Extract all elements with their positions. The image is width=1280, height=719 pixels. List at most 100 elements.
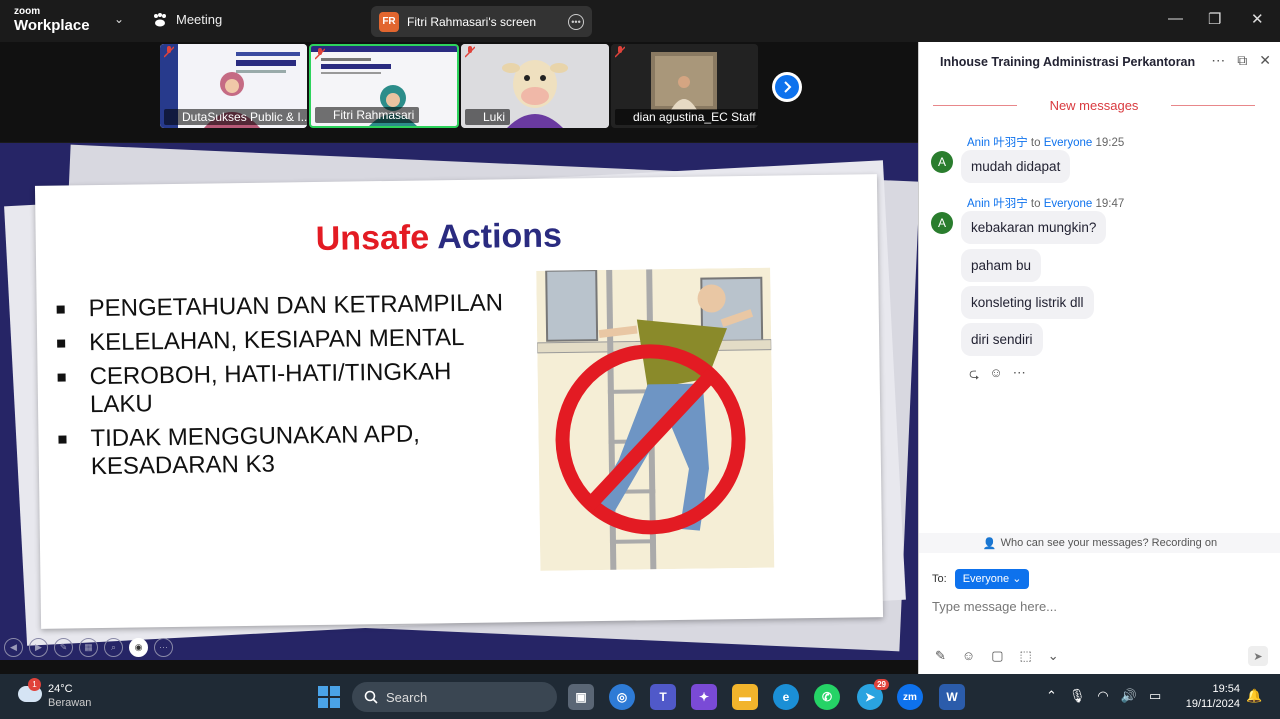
file-explorer-icon[interactable]: ▬: [732, 684, 758, 710]
screenshot-icon[interactable]: ⬚: [1019, 648, 1031, 664]
close-icon[interactable]: ✕: [1251, 10, 1264, 28]
recipient-dropdown[interactable]: Everyone ⌄: [954, 569, 1030, 589]
privacy-notice[interactable]: 👤 Who can see your messages? Recording o…: [919, 533, 1280, 553]
message-input[interactable]: [932, 595, 1262, 617]
zoom-window: zoom Workplace ⌄ Meeting FR Fitri Rahmas…: [0, 0, 1280, 719]
notification-bell-icon[interactable]: 🔔: [1246, 688, 1262, 704]
sender-name[interactable]: Anin 叶羽宁: [967, 137, 1028, 149]
slide-bullet: CEROBOH, HATI-HATI/TINGKAH LAKU: [57, 357, 508, 419]
logo-text-top: zoom: [14, 6, 41, 17]
to-label: To:: [932, 573, 947, 585]
microphone-icon[interactable]: 🎙: [1069, 688, 1086, 704]
more-icon[interactable]: ⋯: [1211, 52, 1225, 69]
restore-icon[interactable]: ❐: [1208, 10, 1221, 28]
meeting-menu-button[interactable]: Meeting: [152, 12, 222, 27]
copilot-icon[interactable]: ✦: [691, 684, 717, 710]
send-icon[interactable]: ➤: [1248, 646, 1268, 666]
weather-condition: Berawan: [48, 697, 92, 709]
mic-muted-icon: [164, 46, 174, 58]
pen-icon[interactable]: ✎: [54, 638, 73, 657]
sender-name[interactable]: Anin 叶羽宁: [967, 198, 1028, 210]
taskbar-search[interactable]: Search: [352, 682, 557, 712]
participant-name: Fitri Rahmasari: [315, 107, 420, 123]
layout-icon[interactable]: ▦: [79, 638, 98, 657]
annotation-toolbar: ◀ ▶ ✎ ▦ ⌕ ◉ ⋯: [4, 638, 173, 657]
presentation-slide: Unsafe Actions PENGETAHUAN DAN KETRAMPIL…: [34, 174, 884, 629]
wifi-icon[interactable]: ◠: [1097, 688, 1108, 704]
video-tile[interactable]: dian agustina_EC Staff: [611, 44, 758, 128]
mic-muted-icon: [315, 48, 325, 60]
recipient-name[interactable]: Everyone: [1044, 198, 1093, 210]
word-icon[interactable]: W: [939, 684, 965, 710]
slide-bullet: TIDAK MENGGUNAKAN APD, KESADARAN K3: [58, 419, 509, 481]
new-messages-label: New messages: [1049, 98, 1139, 113]
avatar[interactable]: A: [931, 212, 953, 234]
new-messages-divider: New messages: [933, 98, 1255, 114]
reply-icon[interactable]: ⮎: [969, 365, 979, 387]
to-label: to: [1030, 137, 1041, 149]
shared-screen-pill[interactable]: FR Fitri Rahmasari's screen •••: [371, 6, 592, 37]
message-meta: Anin 叶羽宁 to Everyone 19:47: [967, 195, 1124, 211]
slide-title-part2: Actions: [437, 216, 563, 257]
slide-title: Unsafe Actions: [315, 217, 562, 259]
emoji-icon[interactable]: ☺: [962, 648, 975, 664]
volume-icon[interactable]: 🔊: [1121, 688, 1137, 704]
teams-icon[interactable]: T: [650, 684, 676, 710]
search-icon: [364, 690, 378, 704]
chat-panel: Inhouse Training Administrasi Perkantora…: [918, 42, 1280, 674]
avatar[interactable]: A: [931, 151, 953, 173]
format-icon[interactable]: ✎: [935, 648, 946, 664]
privacy-text: Who can see your messages? Recording on: [1000, 537, 1218, 549]
video-gallery-strip: DutaSukses Public & I... Fitri Rahmasari: [0, 42, 918, 142]
weather-badge: 1: [28, 678, 41, 691]
chat-title: Inhouse Training Administrasi Perkantora…: [940, 55, 1196, 69]
shared-screen-area[interactable]: Unsafe Actions PENGETAHUAN DAN KETRAMPIL…: [0, 143, 918, 660]
to-label: to: [1030, 198, 1041, 210]
more-options-icon[interactable]: •••: [568, 13, 584, 30]
more-icon[interactable]: ⋯: [154, 638, 173, 657]
mic-muted-icon: [465, 46, 475, 58]
video-tile[interactable]: DutaSukses Public & I...: [160, 44, 307, 128]
windows-start-icon[interactable]: [318, 686, 340, 708]
battery-icon[interactable]: ▭: [1149, 688, 1161, 704]
task-view-icon[interactable]: ▣: [568, 684, 594, 710]
weather-widget[interactable]: 1 24°C Berawan: [18, 678, 92, 710]
next-page-button[interactable]: [772, 72, 802, 102]
message-bubble[interactable]: konsleting listrik dll: [961, 286, 1094, 319]
chat-header: Inhouse Training Administrasi Perkantora…: [919, 42, 1280, 84]
participant-name: dian agustina_EC Staff: [615, 109, 758, 125]
recipient-name[interactable]: Everyone: [1044, 137, 1093, 149]
title-bar: zoom Workplace ⌄ Meeting FR Fitri Rahmas…: [0, 0, 1280, 42]
mic-muted-icon: [615, 46, 625, 58]
whatsapp-icon[interactable]: ✆: [814, 684, 840, 710]
taskbar-clock[interactable]: 19:54 19/11/2024: [1178, 682, 1240, 712]
more-icon[interactable]: ⋯: [1013, 365, 1026, 387]
file-icon[interactable]: ▢: [991, 648, 1003, 664]
video-tile-active-speaker[interactable]: Fitri Rahmasari: [309, 44, 459, 128]
zoom-app-icon[interactable]: zm: [897, 684, 923, 710]
logo-text-bottom: Workplace: [14, 17, 90, 34]
edge-icon[interactable]: e: [773, 684, 799, 710]
clock-date: 19/11/2024: [1185, 698, 1240, 710]
chrome-icon[interactable]: ◎: [609, 684, 635, 710]
slide-title-part1: Unsafe: [315, 218, 430, 258]
message-bubble[interactable]: diri sendiri: [961, 323, 1043, 356]
next-icon[interactable]: ▶: [29, 638, 48, 657]
minimize-icon[interactable]: —: [1168, 10, 1183, 27]
popout-icon[interactable]: ⧉: [1237, 52, 1247, 69]
message-bubble[interactable]: paham bu: [961, 249, 1042, 282]
message-bubble[interactable]: kebakaran mungkin?: [961, 211, 1107, 244]
previous-icon[interactable]: ◀: [4, 638, 23, 657]
message-bubble[interactable]: mudah didapat: [961, 150, 1071, 183]
zoom-icon[interactable]: ⌕: [104, 638, 123, 657]
chevron-up-icon[interactable]: ⌃: [1046, 688, 1057, 704]
telegram-icon[interactable]: ➤ 29: [857, 679, 889, 710]
camera-icon[interactable]: ◉: [129, 638, 148, 657]
zoom-workplace-logo[interactable]: zoom Workplace: [14, 6, 90, 34]
emoji-reaction-icon[interactable]: ☺: [989, 365, 1002, 387]
video-tile[interactable]: Luki: [461, 44, 609, 128]
slide-bullet: PENGETAHUAN DAN KETRAMPILAN: [56, 289, 506, 323]
chevron-down-icon[interactable]: ⌄: [114, 12, 124, 26]
chevron-down-icon[interactable]: ⌄: [1048, 648, 1059, 664]
close-icon[interactable]: ✕: [1259, 52, 1271, 69]
